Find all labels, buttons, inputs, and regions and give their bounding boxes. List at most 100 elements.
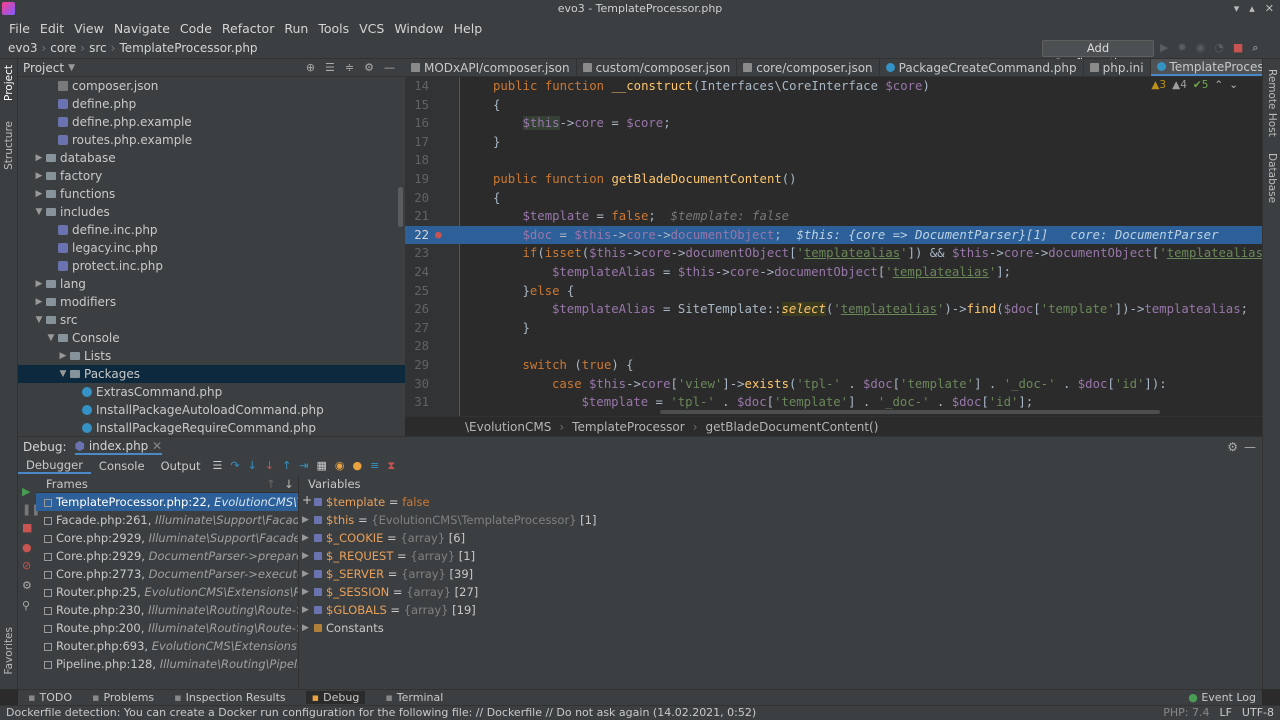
code-line[interactable]: 30 case $this->core['view']->exists('tpl-… — [405, 375, 1262, 394]
code-line[interactable]: 17} — [405, 133, 1262, 152]
debug-tab-debugger[interactable]: Debugger — [18, 458, 91, 474]
tree-item[interactable]: ExtrasCommand.php — [18, 383, 405, 401]
editor-tab[interactable]: MODxAPI/composer.json — [405, 59, 577, 76]
debug-icon[interactable]: ✸ — [1177, 41, 1186, 55]
chevron-right-icon[interactable]: ▶ — [34, 167, 44, 185]
project-panel-title[interactable]: Project — [23, 61, 64, 75]
nav-crumb[interactable]: TemplateProcessor.php — [119, 41, 257, 55]
menu-item-run[interactable]: Run — [279, 21, 313, 36]
chevron-down-icon[interactable]: ▼ — [46, 329, 56, 347]
frame-row[interactable]: Core.php:2773, DocumentParser->executePa… — [36, 565, 298, 583]
chevron-down-icon[interactable]: ▼ — [34, 203, 44, 221]
menu-item-navigate[interactable]: Navigate — [109, 21, 175, 36]
code-line[interactable]: 28 — [405, 337, 1262, 356]
frame-row[interactable]: TemplateProcessor.php:22, EvolutionCMS\T… — [36, 493, 298, 511]
chevron-right-icon[interactable]: ▶ — [302, 529, 309, 547]
chevron-right-icon[interactable]: ▶ — [302, 511, 309, 529]
code-line[interactable]: 18 — [405, 151, 1262, 170]
code-line[interactable]: 25}else { — [405, 282, 1262, 301]
tree-item[interactable]: protect.inc.php — [18, 257, 405, 275]
code-line[interactable]: 23 if(isset($this->core->documentObject['… — [405, 244, 1262, 263]
editor-tab[interactable]: TemplateProcessor.php✕ — [1150, 59, 1262, 76]
editor-tab[interactable]: core/composer.json — [737, 59, 880, 76]
editor-tab[interactable]: PackageCreateCommand.php — [880, 59, 1084, 76]
frame-row[interactable]: Core.php:2929, DocumentParser->prepareRe… — [36, 547, 298, 565]
pin-icon[interactable]: ⚲ — [22, 599, 30, 612]
breadcrumb-item[interactable]: getBladeDocumentContent() — [706, 420, 879, 434]
chevron-down-icon[interactable]: ▼ — [68, 63, 75, 73]
variable-row[interactable]: ▶ $_SESSION = {array} [27] — [300, 583, 1262, 601]
maximize-icon[interactable]: ▴ — [1249, 0, 1255, 18]
menu-item-code[interactable]: Code — [175, 21, 217, 36]
code-line[interactable]: 27} — [405, 319, 1262, 338]
tree-item[interactable]: ▶ factory — [18, 167, 405, 185]
gear-icon[interactable]: ⚙ — [364, 59, 374, 77]
tree-item[interactable]: define.php — [18, 95, 405, 113]
hide-panel-icon[interactable]: — — [1244, 440, 1256, 454]
line-number[interactable]: 28 — [405, 337, 429, 356]
tree-item[interactable]: define.php.example — [18, 113, 405, 131]
code-line[interactable]: 24 $templateAlias = $this->core->document… — [405, 263, 1262, 282]
tree-item[interactable]: InstallPackageRequireCommand.php — [18, 419, 405, 436]
frame-row[interactable]: Route.php:230, Illuminate\Routing\Route-… — [36, 601, 298, 619]
menu-item-edit[interactable]: Edit — [35, 21, 69, 36]
line-number[interactable]: 25 — [405, 282, 429, 301]
line-number[interactable]: 30 — [405, 375, 429, 394]
editor-horizontal-scrollbar[interactable] — [660, 410, 1160, 414]
code-line[interactable]: 22 $doc = $this->core->documentObject; $t… — [405, 225, 1262, 245]
status-message[interactable]: Dockerfile detection: You can create a D… — [6, 706, 756, 719]
show-execution-point-icon[interactable]: ☰ — [213, 459, 223, 472]
close-icon[interactable]: ✕ — [1265, 0, 1274, 18]
frame-row[interactable]: Router.php:693, EvolutionCMS\Extensions\… — [36, 637, 298, 655]
tool-tab-inspection-results[interactable]: ▪ Inspection Results — [174, 691, 286, 704]
menu-item-window[interactable]: Window — [389, 21, 448, 36]
expand-all-icon[interactable]: ☰ — [325, 59, 335, 77]
tree-item[interactable]: InstallPackageAutoloadCommand.php — [18, 401, 405, 419]
menu-item-vcs[interactable]: VCS — [354, 21, 389, 36]
view-breakpoints-icon[interactable]: ● — [22, 541, 32, 554]
minimize-icon[interactable]: ▾ — [1234, 0, 1240, 18]
step-into-icon[interactable]: ↓ — [248, 459, 257, 472]
line-number[interactable]: 17 — [405, 133, 429, 152]
chevron-right-icon[interactable]: ▶ — [34, 293, 44, 311]
trace-icon[interactable]: ◉ — [335, 459, 345, 472]
tree-item[interactable]: ▼ Packages — [18, 365, 405, 383]
line-number[interactable]: 14 — [405, 77, 429, 96]
chevron-down-icon[interactable]: ▼ — [34, 311, 44, 329]
line-number[interactable]: 23 — [405, 244, 429, 263]
tree-item[interactable]: ▶ modifiers — [18, 293, 405, 311]
tree-item[interactable]: ▶ Lists — [18, 347, 405, 365]
search-everywhere-icon[interactable]: ⌕ — [1252, 41, 1258, 55]
breakpoint-icon[interactable]: ● — [435, 226, 442, 245]
nav-crumb[interactable]: src — [89, 41, 107, 55]
line-number[interactable]: 29 — [405, 356, 429, 375]
tree-item[interactable]: ▼ includes — [18, 203, 405, 221]
variable-row[interactable]: $template = false — [300, 493, 1262, 511]
line-number[interactable]: 18 — [405, 151, 429, 170]
event-log-tab[interactable]: ● Event Log — [1188, 690, 1256, 706]
code-line[interactable]: 16 $this->core = $core; — [405, 114, 1262, 133]
evaluate-icon[interactable]: ▦ — [317, 459, 327, 472]
variable-row[interactable]: ▶ $GLOBALS = {array} [19] — [300, 601, 1262, 619]
line-number[interactable]: 24 — [405, 263, 429, 282]
line-number[interactable]: 27 — [405, 319, 429, 338]
tree-scrollbar[interactable] — [398, 187, 403, 227]
code-line[interactable]: 14 public function __construct(Interfaces… — [405, 77, 1262, 96]
database-tool-tab[interactable]: Database — [1266, 153, 1278, 203]
line-number[interactable]: 16 — [405, 114, 429, 133]
menu-item-file[interactable]: File — [4, 21, 35, 36]
chevron-right-icon[interactable]: ▶ — [34, 185, 44, 203]
frame-row[interactable]: Facade.php:261, Illuminate\Support\Facad… — [36, 511, 298, 529]
code-line[interactable]: 26 $templateAlias = SiteTemplate::select(… — [405, 300, 1262, 319]
arrow-down-icon[interactable]: ↓ — [284, 475, 294, 493]
nav-crumb[interactable]: core — [50, 41, 76, 55]
line-number[interactable]: 15 — [405, 96, 429, 115]
line-number[interactable]: 22 — [405, 226, 429, 245]
file-encoding[interactable]: UTF-8 — [1242, 706, 1274, 720]
code-line[interactable]: 21 $template = false; $template: false — [405, 207, 1262, 226]
chevron-right-icon[interactable]: ▶ — [302, 583, 309, 601]
clear-icon[interactable]: ⧗ — [387, 459, 395, 473]
debug-config-tab[interactable]: ⬢ index.php ✕ — [74, 439, 163, 455]
remote-host-tool-tab[interactable]: Remote Host — [1266, 69, 1278, 137]
project-tool-tab[interactable]: Project — [3, 65, 15, 101]
